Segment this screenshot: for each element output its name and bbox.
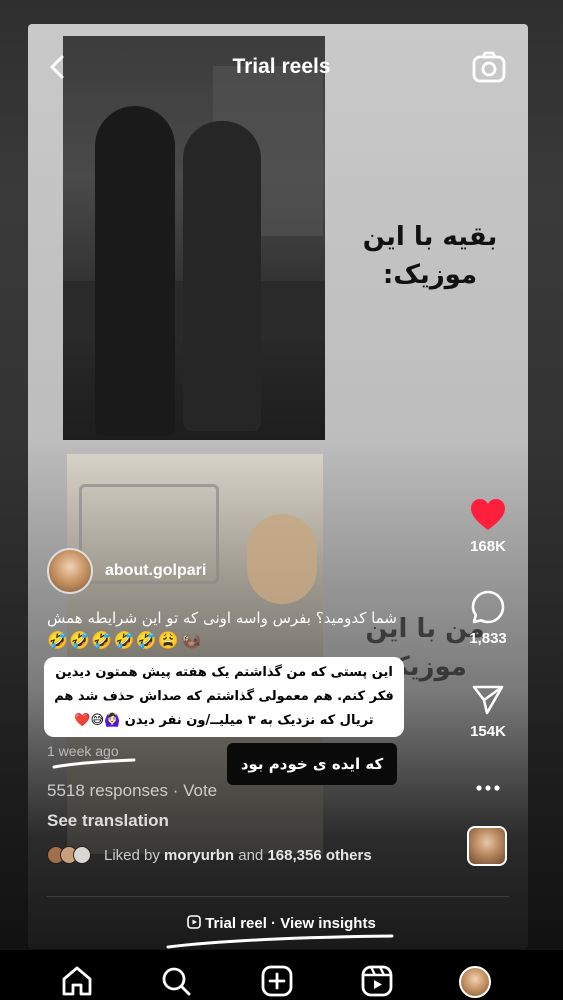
search-icon[interactable] — [159, 964, 193, 998]
liked-by-suffix: and — [238, 846, 264, 864]
liker-avatars — [47, 846, 91, 864]
send-icon — [472, 685, 504, 715]
overlay-text-top: بقیه با این موزیک: — [362, 222, 498, 290]
create-icon[interactable] — [260, 964, 294, 998]
more-dots-icon — [476, 785, 500, 791]
trial-reel-insights[interactable]: Trial reel · View insights — [0, 915, 563, 932]
author-username[interactable]: about.golpari — [105, 562, 206, 580]
divider — [47, 896, 509, 897]
profile-avatar[interactable] — [459, 966, 491, 998]
person-figure-2 — [183, 121, 261, 431]
heart-icon — [471, 499, 505, 530]
caption-text: شما کدومید؟ بفرس واسه اونی که تو این شرا… — [47, 609, 397, 627]
person-head — [247, 514, 317, 604]
home-icon[interactable] — [60, 964, 94, 998]
trial-reel-icon — [187, 915, 201, 929]
text-sticker: این پستی که من گذاشتم یک هفته پیش همتون … — [44, 657, 404, 737]
person-figure-1 — [95, 106, 175, 436]
liked-by-prefix: Liked by — [104, 846, 160, 864]
comment-count: 1,833 — [469, 630, 507, 647]
handdrawn-underline-footer — [166, 934, 394, 949]
video-clip-top[interactable] — [63, 36, 325, 440]
more-button[interactable] — [452, 780, 524, 802]
reels-icon[interactable] — [360, 964, 394, 998]
share-count: 154K — [470, 723, 506, 740]
liked-by-row[interactable]: Liked by moryurbn and 168,356 others — [47, 846, 372, 864]
author-avatar[interactable] — [47, 548, 93, 594]
liked-by-user[interactable]: moryurbn — [164, 847, 234, 864]
liked-by-others[interactable]: 168,356 others — [267, 847, 371, 864]
like-count: 168K — [470, 538, 506, 555]
text-bubble: که ایده ی خودم بود — [227, 743, 397, 785]
like-button[interactable]: 168K — [452, 498, 524, 555]
trial-reel-label: Trial reel · View insights — [205, 915, 376, 932]
post-author[interactable]: about.golpari — [47, 548, 206, 594]
comment-icon — [471, 590, 505, 624]
screen: بقیه با این موزیک: من با این موزیک Trial… — [0, 0, 563, 1000]
responses-vote[interactable]: 5518 responses · Vote — [47, 781, 217, 801]
bottom-tab-bar — [0, 950, 563, 1000]
liker-avatar — [73, 846, 91, 864]
see-translation-link[interactable]: See translation — [47, 811, 169, 831]
caption-emojis: 🤣🤣🤣🤣🤣😩🦦 — [47, 631, 203, 650]
share-button[interactable]: 154K — [452, 683, 524, 740]
handdrawn-underline — [52, 758, 136, 769]
comment-button[interactable]: 1,833 — [452, 590, 524, 647]
camera-icon[interactable] — [471, 50, 507, 84]
post-time: 1 week ago — [47, 743, 119, 759]
audio-thumbnail[interactable] — [467, 826, 507, 866]
